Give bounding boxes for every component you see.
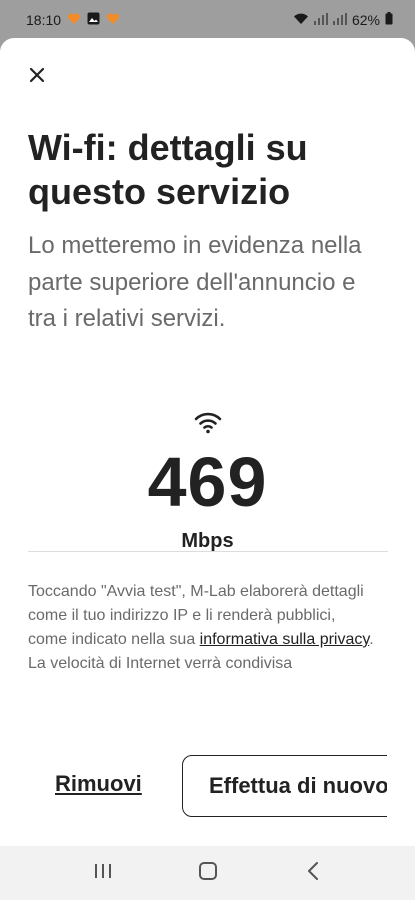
- home-icon: [198, 861, 217, 885]
- retest-button[interactable]: Effettua di nuovo: [182, 755, 415, 817]
- heart-notification-icon: [67, 12, 81, 28]
- sheet-edge-mask: [387, 738, 415, 838]
- privacy-policy-link[interactable]: informativa sulla privacy: [200, 631, 370, 648]
- status-time: 18:10: [26, 12, 62, 28]
- status-left: 18:10: [26, 12, 120, 28]
- close-icon: [29, 67, 45, 88]
- signal-icon: [313, 12, 328, 28]
- status-right: 62%: [293, 12, 393, 28]
- bottom-sheet: Wi-fi: dettagli su questo servizio Lo me…: [0, 38, 415, 846]
- back-button[interactable]: [293, 853, 333, 893]
- recent-apps-button[interactable]: [83, 853, 123, 893]
- status-bar: 18:10 62%: [0, 0, 415, 40]
- wifi-status-icon: [293, 12, 309, 28]
- page-subtitle: Lo metteremo in evidenza nella parte sup…: [28, 232, 362, 332]
- signal-icon: [332, 12, 347, 28]
- divider: [28, 551, 388, 552]
- page-title: Wi-fi: dettagli su questo servizio: [28, 127, 308, 212]
- close-button[interactable]: [22, 62, 52, 92]
- wifi-icon: [193, 410, 223, 434]
- disclaimer-text: Toccando "Avvia test", M-Lab elaborerà d…: [28, 580, 378, 676]
- heart-notification-icon: [106, 12, 120, 28]
- remove-button[interactable]: Rimuovi: [55, 771, 142, 797]
- speed-value: 469: [147, 443, 268, 521]
- home-button[interactable]: [188, 853, 228, 893]
- battery-icon: [385, 12, 393, 28]
- image-notification-icon: [87, 12, 100, 28]
- battery-percent: 62%: [351, 12, 380, 28]
- back-icon: [307, 861, 319, 885]
- recent-apps-icon: [94, 863, 112, 884]
- system-nav-bar: [0, 846, 415, 900]
